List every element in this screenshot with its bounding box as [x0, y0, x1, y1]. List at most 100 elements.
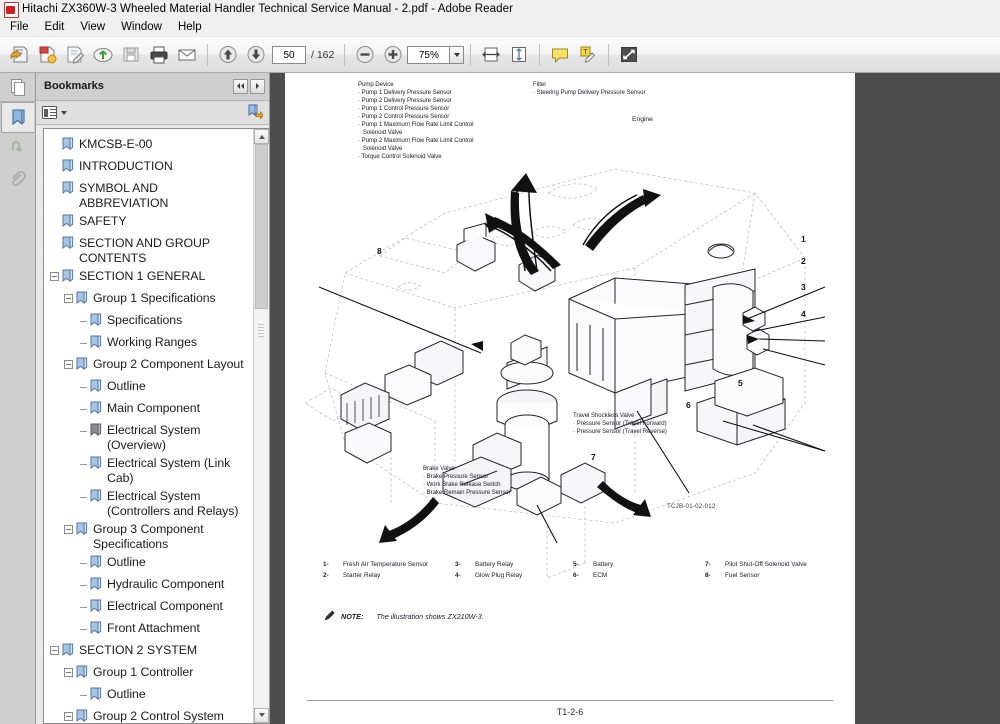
menu-window[interactable]: Window [113, 19, 170, 35]
scroll-down-button[interactable] [254, 707, 269, 723]
bookmark-item[interactable]: Outline [44, 685, 253, 707]
zoom-level-input[interactable]: 75% [407, 45, 450, 64]
bookmark-item[interactable]: − Group 3 Component Specifications [44, 520, 253, 553]
bookmark-item[interactable]: INTRODUCTION [44, 157, 253, 179]
expand-panel-button[interactable] [250, 78, 265, 94]
expand-current-bookmark-icon[interactable] [247, 103, 265, 122]
pdf-page: Pump Device · Pump 1 Delivery Pressure S… [285, 73, 855, 724]
bookmark-label: Front Attachment [107, 621, 200, 636]
expander-toggle[interactable]: − [64, 360, 73, 370]
expander-toggle[interactable]: − [64, 525, 73, 535]
bookmark-item[interactable]: Electrical System (Controllers and Relay… [44, 487, 253, 520]
bookmark-item[interactable]: KMCSB-E-00 [44, 135, 253, 157]
options-list-icon[interactable] [42, 106, 57, 120]
pencil-icon [323, 609, 336, 624]
bookmark-item[interactable]: − Group 2 Control System [44, 707, 253, 723]
bookmark-item[interactable]: SYMBOL AND ABBREVIATION [44, 179, 253, 212]
callout-engine: Engine [632, 116, 653, 123]
upload-cloud-button[interactable] [89, 41, 117, 69]
tree-connector [80, 602, 89, 612]
bookmark-icon [76, 291, 88, 305]
menu-file[interactable]: File [2, 19, 37, 35]
component-layout-illustration [304, 168, 826, 579]
zoom-in-button[interactable] [379, 41, 407, 69]
highlight-text-button[interactable]: T [574, 41, 602, 69]
bookmarks-toolbar [36, 100, 269, 126]
expander-toggle[interactable]: − [64, 712, 73, 722]
tree-connector [80, 690, 89, 700]
bookmark-icon [90, 687, 102, 701]
bookmarks-title: Bookmarks [44, 80, 104, 93]
bookmark-item[interactable]: − Group 1 Controller [44, 663, 253, 685]
bookmark-item[interactable]: Electrical System (Overview) [44, 421, 253, 454]
bookmark-item[interactable]: − SECTION 1 GENERAL [44, 267, 253, 289]
bookmark-item[interactable]: Working Ranges [44, 333, 253, 355]
legend-text-8: Fuel Sensor [725, 572, 760, 579]
fullscreen-button[interactable] [615, 41, 643, 69]
page-thumbnails-icon[interactable] [0, 73, 35, 102]
bookmark-item[interactable]: Specifications [44, 311, 253, 333]
bookmark-label: Group 2 Control System [93, 709, 224, 723]
bookmark-label: Working Ranges [107, 335, 197, 350]
bookmark-label: INTRODUCTION [79, 159, 173, 174]
bookmarks-icon[interactable] [1, 102, 34, 133]
toolbar-separator [470, 43, 472, 66]
collapse-panel-button[interactable] [233, 78, 248, 94]
toolbar-separator [539, 43, 541, 66]
expander-toggle[interactable]: − [50, 646, 59, 656]
tree-connector [80, 382, 89, 392]
bookmark-item[interactable]: Electrical System (Link Cab) [44, 454, 253, 487]
bookmark-item[interactable]: − Group 1 Specifications [44, 289, 253, 311]
chevron-down-icon[interactable] [61, 110, 67, 115]
comment-edit-button[interactable] [61, 41, 89, 69]
signatures-icon[interactable] [1, 133, 34, 164]
window-title: Hitachi ZX360W-3 Wheeled Material Handle… [22, 3, 514, 15]
fit-page-button[interactable] [505, 41, 533, 69]
scroll-thumb[interactable] [255, 144, 268, 310]
bookmark-item[interactable]: SECTION AND GROUP CONTENTS [44, 234, 253, 267]
legend-num-3: 3- [455, 561, 461, 568]
bookmark-label: SECTION AND GROUP CONTENTS [79, 236, 210, 266]
bookmark-label: Outline [107, 687, 146, 702]
print-button[interactable] [145, 41, 173, 69]
expander-toggle[interactable]: − [64, 668, 73, 678]
bookmark-item[interactable]: Electrical Component [44, 597, 253, 619]
bookmark-item[interactable]: Outline [44, 377, 253, 399]
next-page-button[interactable] [242, 41, 270, 69]
bookmark-item[interactable]: SAFETY [44, 212, 253, 234]
bookmark-item[interactable]: − Group 2 Component Layout [44, 355, 253, 377]
attachments-icon[interactable] [1, 164, 34, 195]
email-button[interactable] [173, 41, 201, 69]
bookmark-label: Group 1 Specifications [93, 291, 216, 306]
bookmark-item[interactable]: Hydraulic Component [44, 575, 253, 597]
legend-num-5: 5- [573, 561, 579, 568]
bookmark-item[interactable]: Outline [44, 553, 253, 575]
bookmarks-tree[interactable]: KMCSB-E-00 INTRODUCTION SYMBOL AND ABBREVI… [44, 129, 253, 723]
tree-connector [80, 624, 89, 634]
scroll-up-button[interactable] [254, 129, 269, 145]
bookmarks-scrollbar[interactable] [253, 129, 269, 723]
note-label: NOTE: [341, 612, 364, 621]
bookmark-item[interactable]: Front Attachment [44, 619, 253, 641]
zoom-out-button[interactable] [351, 41, 379, 69]
document-viewport[interactable]: Pump Device · Pump 1 Delivery Pressure S… [270, 73, 1000, 724]
page-number-input[interactable]: 50 [272, 45, 306, 64]
bookmark-label: Electrical System (Controllers and Relay… [107, 489, 239, 519]
create-pdf-button[interactable] [33, 41, 61, 69]
sticky-note-button[interactable] [546, 41, 574, 69]
previous-page-button[interactable] [214, 41, 242, 69]
fit-width-button[interactable] [477, 41, 505, 69]
scroll-track[interactable] [254, 144, 269, 708]
menu-view[interactable]: View [72, 19, 113, 35]
menu-edit[interactable]: Edit [37, 19, 73, 35]
expander-toggle[interactable]: − [50, 272, 59, 282]
menu-help[interactable]: Help [170, 19, 210, 35]
bookmarks-panel-header: Bookmarks [36, 73, 269, 101]
zoom-dropdown-button[interactable] [449, 45, 465, 64]
bookmark-item[interactable]: − SECTION 2 SYSTEM [44, 641, 253, 663]
save-button[interactable] [117, 41, 145, 69]
expander-toggle[interactable]: − [64, 294, 73, 304]
chevron-down-icon [453, 52, 460, 57]
bookmark-item[interactable]: Main Component [44, 399, 253, 421]
open-file-button[interactable] [5, 41, 33, 69]
